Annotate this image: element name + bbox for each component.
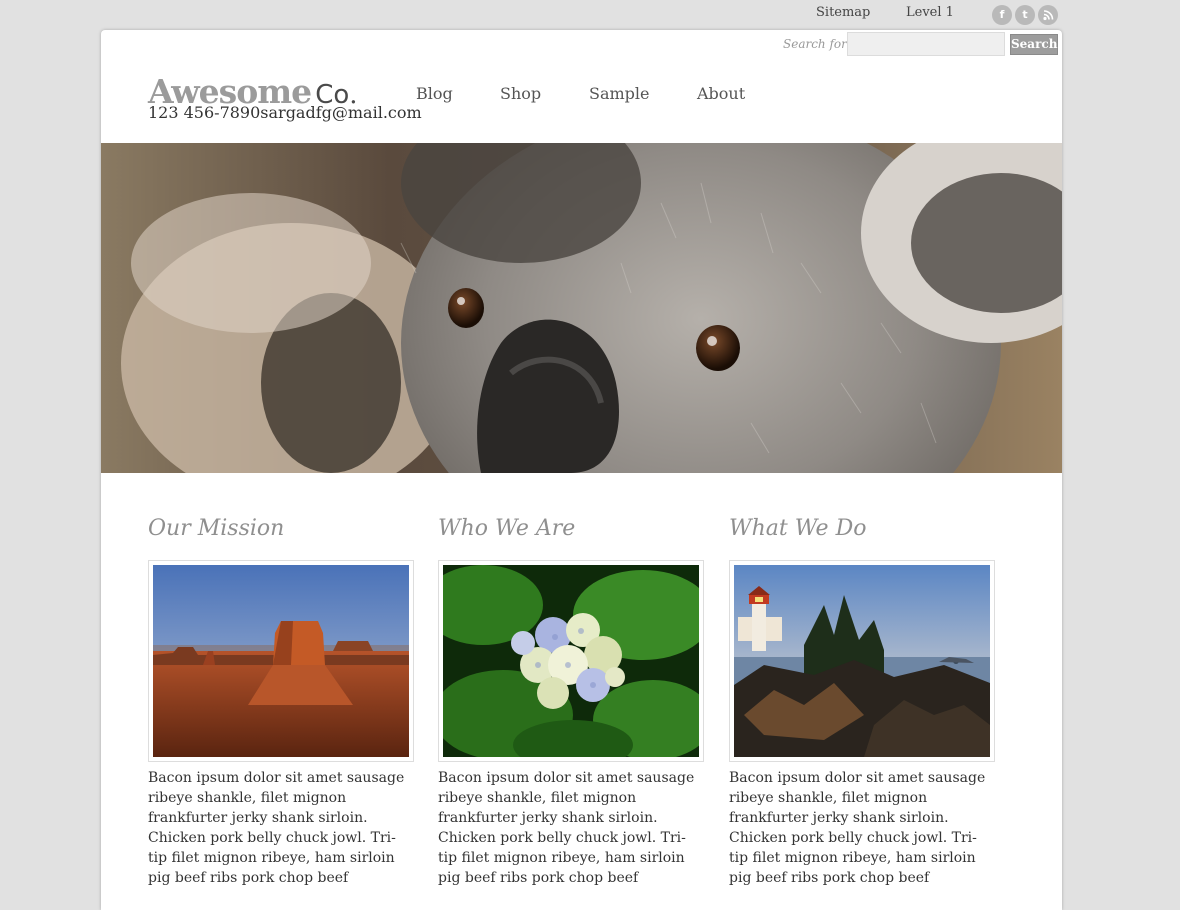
desert-mesa-photo (148, 560, 414, 762)
lighthouse-coast-photo (729, 560, 995, 762)
rss-icon[interactable] (1038, 5, 1058, 25)
search-input[interactable] (847, 32, 1005, 56)
column-text: Bacon ipsum dolor sit amet sausage ribey… (148, 770, 405, 886)
column-text: Bacon ipsum dolor sit amet sausage ribey… (729, 770, 986, 886)
column-title: Who We Are (438, 516, 576, 541)
level-1-link[interactable]: Level 1 (906, 5, 954, 20)
nav-sample[interactable]: Sample (589, 84, 650, 103)
hydrangea-flower-photo (438, 560, 704, 762)
search-button[interactable]: Search (1010, 34, 1058, 55)
column-title: Our Mission (148, 516, 285, 541)
hero-koala-image (101, 143, 1062, 473)
top-utility-bar: Sitemap Level 1 f t (0, 4, 1180, 25)
search-label: Search for: (783, 37, 851, 51)
nav-shop[interactable]: Shop (500, 84, 541, 103)
column-title: What We Do (729, 516, 867, 541)
page-container: Search for: Search Awesome Co. 123 456-78… (101, 30, 1062, 910)
contact-info: 123 456-7890sargadfg@mail.com (148, 103, 422, 122)
nav-blog[interactable]: Blog (416, 84, 453, 103)
sitemap-link[interactable]: Sitemap (816, 5, 870, 20)
twitter-icon[interactable]: t (1015, 5, 1035, 25)
column-text: Bacon ipsum dolor sit amet sausage ribey… (438, 770, 695, 886)
facebook-icon[interactable]: f (992, 5, 1012, 25)
nav-about[interactable]: About (697, 84, 745, 103)
